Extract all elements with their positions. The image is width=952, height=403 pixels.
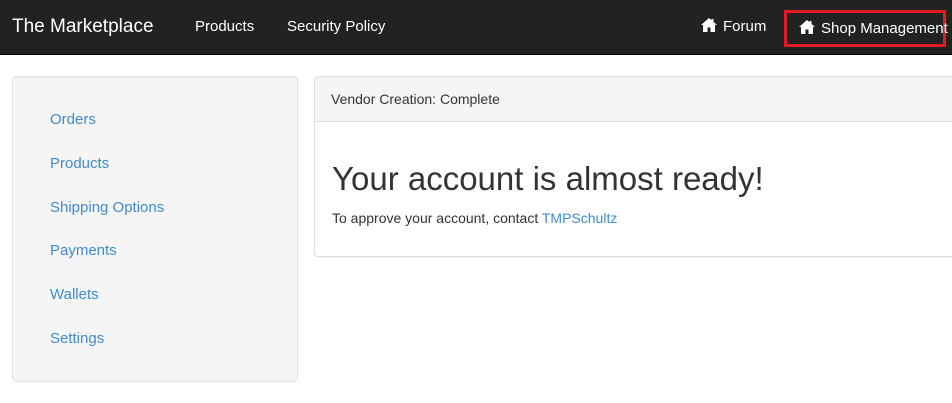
nav-shop-management-label: Shop Management — [821, 20, 948, 37]
home-icon — [799, 20, 815, 34]
sidebar-item-shipping-options[interactable]: Shipping Options — [50, 198, 164, 218]
nav-security-policy-link[interactable]: Security Policy — [287, 0, 385, 54]
sidebar-item-settings[interactable]: Settings — [50, 329, 104, 349]
nav-products-link[interactable]: Products — [195, 0, 254, 54]
vendor-creation-panel: Vendor Creation: Complete Your account i… — [314, 76, 952, 257]
panel-heading: Vendor Creation: Complete — [315, 77, 952, 122]
sidebar-item-payments[interactable]: Payments — [50, 241, 117, 261]
panel-title: Your account is almost ready! — [332, 160, 764, 197]
approval-message-text: To approve your account, contact — [332, 210, 542, 226]
top-navbar: The Marketplace Products Security Policy… — [0, 0, 952, 55]
contact-link[interactable]: TMPSchultz — [542, 210, 617, 226]
brand-link[interactable]: The Marketplace — [12, 0, 154, 54]
nav-forum-link[interactable]: Forum — [701, 0, 766, 54]
sidebar: Orders Products Shipping Options Payment… — [12, 76, 298, 382]
approval-message: To approve your account, contact TMPSchu… — [332, 208, 617, 228]
sidebar-item-products[interactable]: Products — [50, 154, 109, 174]
sidebar-item-wallets[interactable]: Wallets — [50, 285, 99, 305]
home-icon — [701, 18, 717, 32]
nav-shop-management-link[interactable]: Shop Management — [784, 10, 948, 47]
sidebar-item-orders[interactable]: Orders — [50, 110, 96, 130]
nav-forum-label: Forum — [723, 18, 767, 35]
